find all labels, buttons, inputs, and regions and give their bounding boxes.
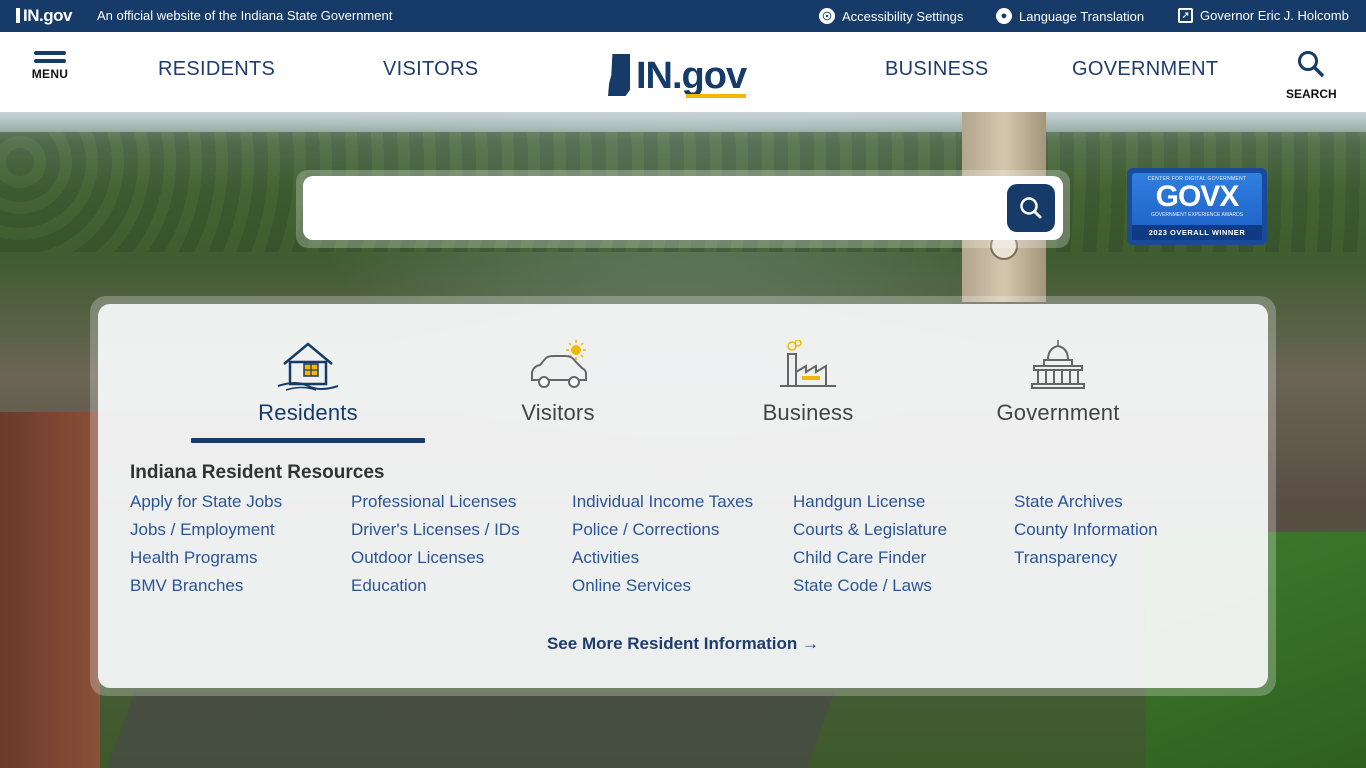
award-title: GOVX	[1155, 180, 1240, 213]
accessibility-settings-link[interactable]: ☉ Accessibility Settings	[819, 8, 963, 24]
audience-card: Residents Visitors Business Government I…	[98, 304, 1268, 688]
site-search-input[interactable]	[303, 176, 1063, 240]
globe-icon: ●	[996, 8, 1012, 24]
link-apply-state-jobs[interactable]: Apply for State Jobs	[130, 492, 351, 512]
nav-visitors[interactable]: VISITORS	[383, 58, 478, 81]
link-county-information[interactable]: County Information	[1014, 520, 1235, 540]
link-state-archives[interactable]: State Archives	[1014, 492, 1235, 512]
menu-button[interactable]: MENU	[30, 51, 70, 81]
ingov-small-logo[interactable]: IN.gov	[16, 6, 72, 26]
external-link-icon: ↗	[1178, 8, 1193, 23]
link-child-care-finder[interactable]: Child Care Finder	[793, 548, 1014, 568]
resource-links-grid: Apply for State Jobs Professional Licens…	[130, 492, 1250, 596]
link-bmv-branches[interactable]: BMV Branches	[130, 576, 351, 596]
section-title: Indiana Resident Resources	[130, 462, 385, 483]
link-education[interactable]: Education	[351, 576, 572, 596]
nav-government[interactable]: GOVERNMENT	[1072, 58, 1218, 81]
link-drivers-licenses[interactable]: Driver's Licenses / IDs	[351, 520, 572, 540]
link-health-programs[interactable]: Health Programs	[130, 548, 351, 568]
active-tab-indicator	[191, 438, 425, 443]
tab-label: Business	[762, 400, 854, 425]
award-org: CENTER FOR DIGITAL GOVERNMENT	[1147, 176, 1247, 182]
tab-label: Visitors	[521, 400, 595, 425]
tab-visitors[interactable]: Visitors	[441, 340, 675, 426]
search-icon	[1020, 197, 1042, 219]
link-courts-legislature[interactable]: Courts & Legislature	[793, 520, 1014, 540]
ingov-logo[interactable]: IN.gov	[608, 50, 747, 98]
link-activities[interactable]: Activities	[572, 548, 793, 568]
link-transparency[interactable]: Transparency	[1014, 548, 1235, 568]
see-more-resident-link[interactable]: See More Resident Information →	[98, 634, 1268, 654]
tab-business[interactable]: Business	[691, 340, 925, 426]
nav-business[interactable]: BUSINESS	[885, 58, 989, 81]
link-handgun-license[interactable]: Handgun License	[793, 492, 1014, 512]
menu-label: MENU	[31, 67, 69, 81]
header-search-button[interactable]: SEARCH	[1286, 50, 1337, 101]
search-label: SEARCH	[1286, 87, 1337, 101]
indiana-state-shape-icon	[608, 54, 630, 96]
link-jobs-employment[interactable]: Jobs / Employment	[130, 520, 351, 540]
brand-text: IN.gov	[636, 55, 747, 97]
search-submit-button[interactable]	[1007, 184, 1055, 232]
link-professional-licenses[interactable]: Professional Licenses	[351, 492, 572, 512]
search-icon	[1298, 51, 1324, 77]
tab-label: Residents	[258, 400, 358, 425]
tab-government[interactable]: Government	[941, 340, 1175, 426]
link-income-taxes[interactable]: Individual Income Taxes	[572, 492, 793, 512]
language-translation-link[interactable]: ● Language Translation	[996, 8, 1144, 24]
hamburger-icon-bar	[34, 59, 66, 63]
award-winner: 2023 OVERALL WINNER	[1132, 225, 1262, 240]
link-state-code-laws[interactable]: State Code / Laws	[793, 576, 1014, 596]
official-banner: IN.gov An official website of the Indian…	[0, 0, 1366, 32]
award-subtitle: GOVERNMENT EXPERIENCE AWARDS	[1150, 212, 1244, 218]
nav-residents[interactable]: RESIDENTS	[158, 58, 275, 81]
link-outdoor-licenses[interactable]: Outdoor Licenses	[351, 548, 572, 568]
tab-label: Government	[996, 400, 1120, 425]
car-sun-icon	[531, 340, 587, 388]
official-site-text: An official website of the Indiana State…	[97, 8, 393, 23]
governor-link[interactable]: ↗ Governor Eric J. Holcomb	[1178, 8, 1349, 23]
hamburger-icon	[34, 51, 66, 55]
house-icon	[277, 342, 339, 391]
link-police-corrections[interactable]: Police / Corrections	[572, 520, 793, 540]
capitol-icon	[1031, 340, 1085, 389]
tab-residents[interactable]: Residents	[191, 340, 425, 426]
site-header: MENU RESIDENTS VISITORS IN.gov BUSINESS …	[0, 32, 1366, 112]
link-online-services[interactable]: Online Services	[572, 576, 793, 596]
govx-award-badge[interactable]: CENTER FOR DIGITAL GOVERNMENT GOVX GOVER…	[1127, 168, 1267, 245]
factory-icon	[780, 340, 836, 387]
accessibility-icon: ☉	[819, 8, 835, 24]
